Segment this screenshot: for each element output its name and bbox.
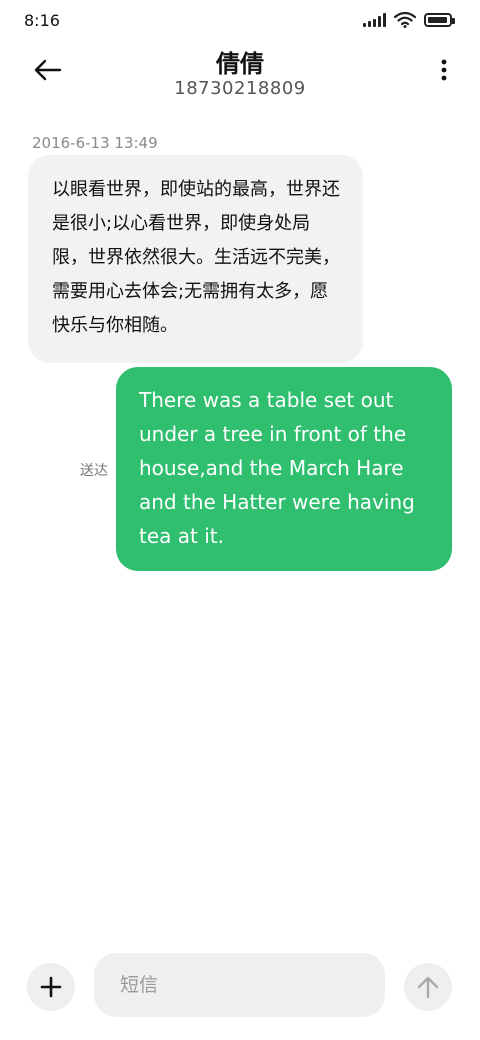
status-time: 8:16 (24, 11, 60, 30)
more-options-button[interactable] (432, 50, 456, 90)
send-arrow-up-icon (417, 976, 439, 999)
more-vertical-icon (441, 59, 447, 81)
battery-icon (424, 13, 455, 27)
incoming-message-bubble[interactable]: 以眼看世界，即使站的最高，世界还是很小;以心看世界，即使身处局限，世界依然很大。… (28, 155, 363, 363)
message-input[interactable] (94, 953, 385, 1017)
conversation-header: 倩倩 18730218809 (0, 40, 480, 110)
status-icons (363, 12, 455, 28)
status-bar: 8:16 (0, 0, 480, 40)
outgoing-message-bubble[interactable]: There was a table set out under a tree i… (116, 367, 452, 571)
delivery-status: 送达 (80, 463, 108, 479)
add-attachment-button[interactable] (27, 963, 75, 1011)
battery-level (428, 17, 448, 23)
contact-phone-number: 18730218809 (174, 78, 306, 99)
compose-bar (0, 950, 480, 1020)
contact-name: 倩倩 (216, 50, 264, 78)
send-button[interactable] (404, 963, 452, 1011)
signal-icon (363, 13, 386, 27)
messaging-screen: 8:16 倩倩 18730218809 2016-6-13 13:49 以眼看世… (0, 0, 480, 1040)
message-timestamp: 2016-6-13 13:49 (32, 134, 158, 152)
plus-icon (40, 976, 62, 998)
wifi-icon (394, 12, 416, 28)
